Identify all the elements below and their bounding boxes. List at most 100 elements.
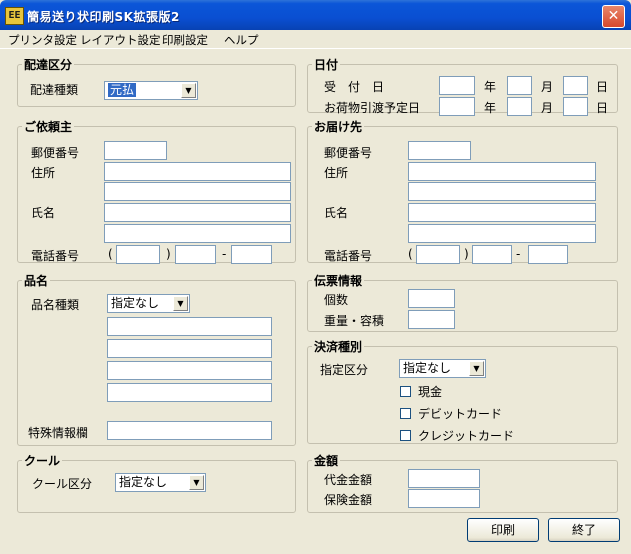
credit-label: クレジットカード xyxy=(418,429,515,443)
title-bar[interactable]: EE 簡易送り状印刷SK拡張版2 ✕ xyxy=(0,0,631,30)
ship-month-input[interactable] xyxy=(507,76,532,95)
pickup-month-input[interactable] xyxy=(507,97,532,116)
pickup-month-unit: 月 xyxy=(541,101,554,115)
count-input[interactable] xyxy=(408,289,455,308)
ship-month-unit: 月 xyxy=(541,80,554,94)
sender-phone-dash: - xyxy=(222,247,227,261)
item-type-value: 指定なし xyxy=(111,296,160,310)
debit-checkbox[interactable] xyxy=(400,408,411,419)
debit-label: デビットカード xyxy=(418,407,503,421)
sender-name1-input[interactable] xyxy=(104,203,291,222)
recipient-address2-input[interactable] xyxy=(408,182,596,201)
weight-input[interactable] xyxy=(408,310,455,329)
pickup-day-input[interactable] xyxy=(563,97,588,116)
sender-phone-area-input[interactable] xyxy=(116,245,160,264)
recipient-group: お届け先 郵便番号 住所 氏名 電話番号 ( ) - xyxy=(307,118,618,264)
sender-paren-close: ) xyxy=(166,247,171,261)
item-legend: 品名 xyxy=(24,274,49,288)
menu-bar: プリンタ設定 レイアウト設定 印刷設定 ヘルプ xyxy=(0,30,631,48)
close-icon[interactable]: ✕ xyxy=(602,5,625,28)
sender-postal-input[interactable] xyxy=(104,141,167,160)
delivery-group: 配達区分 配達種類 元払 ▼ xyxy=(17,56,296,107)
menu-help[interactable]: ヘルプ xyxy=(224,32,259,48)
payment-type-value: 指定なし xyxy=(403,361,452,375)
menu-printer-settings[interactable]: プリンタ設定 xyxy=(8,32,77,48)
app-icon: EE xyxy=(5,7,24,25)
recipient-postal-label: 郵便番号 xyxy=(324,146,373,160)
payment-group: 決済種別 指定区分 指定なし ▼ 現金 デビットカード クレジットカード xyxy=(307,338,618,444)
menu-layout-settings[interactable]: レイアウト設定 xyxy=(80,32,161,48)
recipient-phone-area-input[interactable] xyxy=(416,245,460,264)
item-group: 品名 品名種類 指定なし ▼ 特殊情報欄 xyxy=(17,272,296,446)
window-title: 簡易送り状印刷SK拡張版2 xyxy=(27,10,180,24)
app-window: EE 簡易送り状印刷SK拡張版2 ✕ プリンタ設定 レイアウト設定 印刷設定 ヘ… xyxy=(0,0,631,554)
credit-checkbox[interactable] xyxy=(400,430,411,441)
recipient-name2-input[interactable] xyxy=(408,224,596,243)
slip-group: 伝票情報 個数 重量・容積 xyxy=(307,272,618,332)
pickup-day-unit: 日 xyxy=(596,101,609,115)
pickup-date-label: お荷物引渡予定日 xyxy=(324,101,421,115)
cool-type-value: 指定なし xyxy=(119,475,168,489)
count-label: 個数 xyxy=(324,293,349,307)
chevron-down-icon[interactable]: ▼ xyxy=(173,296,188,311)
delivery-type-select[interactable]: 元払 ▼ xyxy=(104,81,198,100)
amount-group: 金額 代金金額 保険金額 xyxy=(307,452,618,513)
sender-group: ご依頼主 郵便番号 住所 氏名 電話番号 ( ) - xyxy=(17,118,296,264)
item-name2-input[interactable] xyxy=(107,339,272,358)
menu-separator xyxy=(0,48,631,49)
item-name4-input[interactable] xyxy=(107,383,272,402)
cool-group: クール クール区分 指定なし ▼ xyxy=(17,452,296,513)
recipient-paren-close: ) xyxy=(464,247,469,261)
sender-name2-input[interactable] xyxy=(104,224,291,243)
sender-address1-input[interactable] xyxy=(104,162,291,181)
sender-legend: ご依頼主 xyxy=(24,120,73,134)
exit-button[interactable]: 終了 xyxy=(548,518,620,542)
ship-day-input[interactable] xyxy=(563,76,588,95)
delivery-type-label: 配達種類 xyxy=(30,83,79,97)
payment-legend: 決済種別 xyxy=(314,340,363,354)
recipient-name1-input[interactable] xyxy=(408,203,596,222)
print-button[interactable]: 印刷 xyxy=(467,518,539,542)
date-legend: 日付 xyxy=(314,58,339,72)
cod-input[interactable] xyxy=(408,469,480,488)
sender-name-label: 氏名 xyxy=(31,206,56,220)
item-name1-input[interactable] xyxy=(107,317,272,336)
sender-phone-label: 電話番号 xyxy=(31,249,80,263)
item-name3-input[interactable] xyxy=(107,361,272,380)
special-info-input[interactable] xyxy=(107,421,272,440)
sender-phone-line-input[interactable] xyxy=(231,245,272,264)
sender-address2-input[interactable] xyxy=(104,182,291,201)
chevron-down-icon[interactable]: ▼ xyxy=(189,475,204,490)
recipient-address1-input[interactable] xyxy=(408,162,596,181)
item-type-select[interactable]: 指定なし ▼ xyxy=(107,294,190,313)
amount-legend: 金額 xyxy=(314,454,339,468)
cool-legend: クール xyxy=(24,454,61,468)
ship-date-label: 受 付 日 xyxy=(324,80,385,94)
ship-year-input[interactable] xyxy=(439,76,475,95)
insurance-input[interactable] xyxy=(408,489,480,508)
cool-type-label: クール区分 xyxy=(32,477,93,491)
item-type-label: 品名種類 xyxy=(31,298,80,312)
delivery-type-value: 元払 xyxy=(108,83,137,97)
recipient-name-label: 氏名 xyxy=(324,206,349,220)
payment-type-select[interactable]: 指定なし ▼ xyxy=(399,359,486,378)
pickup-year-input[interactable] xyxy=(439,97,475,116)
recipient-phone-prefix-input[interactable] xyxy=(472,245,512,264)
special-info-label: 特殊情報欄 xyxy=(28,426,89,440)
insurance-label: 保険金額 xyxy=(324,493,373,507)
sender-address-label: 住所 xyxy=(31,166,56,180)
recipient-phone-dash: - xyxy=(516,247,521,261)
recipient-postal-input[interactable] xyxy=(408,141,471,160)
chevron-down-icon[interactable]: ▼ xyxy=(181,83,196,98)
cool-type-select[interactable]: 指定なし ▼ xyxy=(115,473,206,492)
payment-type-label: 指定区分 xyxy=(320,363,369,377)
recipient-phone-line-input[interactable] xyxy=(528,245,568,264)
chevron-down-icon[interactable]: ▼ xyxy=(469,361,484,376)
sender-phone-prefix-input[interactable] xyxy=(175,245,216,264)
menu-print-settings[interactable]: 印刷設定 xyxy=(162,32,208,48)
ship-day-unit: 日 xyxy=(596,80,609,94)
cash-checkbox[interactable] xyxy=(400,386,411,397)
sender-paren-open: ( xyxy=(108,247,113,261)
recipient-phone-label: 電話番号 xyxy=(324,249,373,263)
recipient-address-label: 住所 xyxy=(324,166,349,180)
